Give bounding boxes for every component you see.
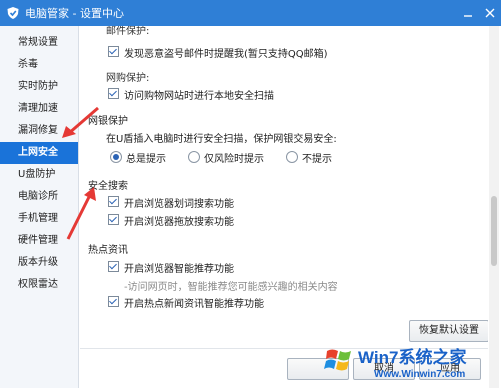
window-title: 电脑管家 - 设置中心 <box>25 7 124 20</box>
content-scrollbar[interactable] <box>489 26 499 388</box>
shield-logo-icon <box>7 7 19 19</box>
watermark-brand: Win7系统之家 <box>358 348 467 367</box>
radio-risk-only-label: 仅风险时提示 <box>204 154 264 165</box>
smart-recommend-checkbox[interactable] <box>108 261 119 272</box>
windows-logo-icon <box>324 349 351 371</box>
minimize-button[interactable] <box>461 6 475 20</box>
sidebar-item-general[interactable]: 常规设置 <box>0 32 78 54</box>
search-drag-label: 开启浏览器拖放搜索功能 <box>124 217 234 228</box>
email-protection-checkbox[interactable] <box>108 46 119 57</box>
radio-always-prompt[interactable] <box>110 151 122 163</box>
sidebar-item-web-security[interactable]: 上网安全 <box>0 142 78 164</box>
annotation-arrow-icon <box>62 106 99 138</box>
bank-protection-desc: 在U盾插入电脑时进行安全扫描，保护网银交易安全: <box>106 134 337 145</box>
shopping-protection-title: 网购保护: <box>106 73 150 84</box>
sidebar-item-permission[interactable]: 权限雷达 <box>0 274 78 296</box>
sidebar-item-antivirus[interactable]: 杀毒 <box>0 54 78 76</box>
site-watermark: Win7系统之家 Www.Winwin7.com <box>322 339 500 388</box>
news-recommend-label: 开启热点新闻资讯智能推荐功能 <box>124 299 264 310</box>
minimize-icon <box>464 15 472 17</box>
close-icon <box>485 8 495 18</box>
sidebar-item-upgrade[interactable]: 版本升级 <box>0 252 78 274</box>
radio-no-prompt-label: 不提示 <box>302 154 332 165</box>
radio-always-prompt-label: 总是提示 <box>126 154 166 165</box>
smart-recommend-hint: -访问网页时，智能推荐您可能感兴趣的相关内容 <box>124 282 338 293</box>
sidebar-item-usb[interactable]: U盘防护 <box>0 164 78 186</box>
close-button[interactable] <box>483 6 497 20</box>
radio-no-prompt[interactable] <box>286 151 298 163</box>
settings-content: 邮件保护: 发现恶意盗号邮件时提醒我(暂只支持QQ邮箱) 网购保护: 访问购物网… <box>80 26 488 388</box>
sidebar-item-realtime[interactable]: 实时防护 <box>0 76 78 98</box>
search-select-checkbox[interactable] <box>108 196 119 207</box>
search-drag-checkbox[interactable] <box>108 214 119 225</box>
news-recommend-checkbox[interactable] <box>108 296 119 307</box>
scrollbar-thumb[interactable] <box>491 196 497 266</box>
watermark-url: Www.Winwin7.com <box>374 369 466 380</box>
shopping-protection-label: 访问购物网站时进行本地安全扫描 <box>124 91 274 102</box>
annotation-arrow-icon-2 <box>66 187 96 240</box>
email-protection-title: 邮件保护: <box>106 26 150 37</box>
title-bar: 电脑管家 - 设置中心 <box>0 0 501 26</box>
search-select-label: 开启浏览器划词搜索功能 <box>124 199 234 210</box>
email-protection-label: 发现恶意盗号邮件时提醒我(暂只支持QQ邮箱) <box>124 49 328 60</box>
smart-recommend-label: 开启浏览器智能推荐功能 <box>124 264 234 275</box>
radio-risk-only[interactable] <box>188 151 200 163</box>
shopping-protection-checkbox[interactable] <box>108 88 119 99</box>
